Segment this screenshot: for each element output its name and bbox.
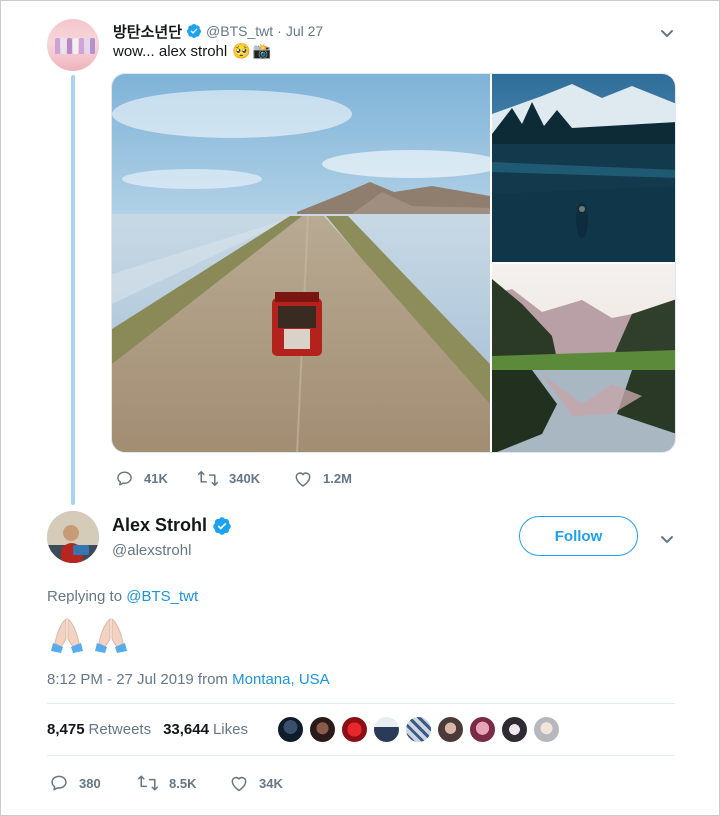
reply-count: 380 [79,775,101,791]
photo-valley-reflection[interactable] [492,264,676,453]
media-grid-svg [112,74,676,453]
liker-avatar[interactable] [405,716,432,743]
parent-avatar[interactable] [47,19,99,71]
retweet-action[interactable]: 8.5K [137,773,229,793]
main-tweet-text: 🙏 🙏 [47,613,131,653]
liker-avatars [277,716,565,743]
liker-avatar[interactable] [341,716,368,743]
main-avatar[interactable] [47,511,99,563]
parent-date[interactable]: Jul 27 [286,23,323,39]
liker-avatar[interactable] [309,716,336,743]
main-action-bar: 380 8.5K 34K [49,773,283,793]
like-icon [295,472,311,487]
retweet-icon [137,775,159,791]
photo-mountain-lake[interactable] [492,74,676,262]
retweet-action[interactable]: 340K [197,469,293,488]
parent-display-name[interactable]: 방탄소년단 [113,21,182,42]
verified-badge-icon [213,516,231,535]
chevron-down-icon[interactable] [659,531,675,547]
photo-road[interactable] [112,74,502,453]
liker-avatar[interactable] [437,716,464,743]
liker-avatar[interactable] [277,716,304,743]
divider [47,755,675,756]
parent-tweet-text: wow... alex strohl 🥺 📸 [113,42,272,61]
folded-hands-emoji [95,617,127,653]
verified-badge-icon [187,24,202,38]
timestamp-text[interactable]: 8:12 PM - 27 Jul 2019 from [47,671,228,688]
follow-button[interactable]: Follow [519,516,638,556]
tweet-timestamp: 8:12 PM - 27 Jul 2019 from Montana, USA [47,671,330,688]
liker-avatar[interactable] [373,716,400,743]
like-count: 1.2M [323,471,352,486]
chevron-down-icon[interactable] [659,25,675,41]
retweets-label[interactable]: Retweets [89,721,152,738]
pleading-face-emoji: 🥺 [232,43,251,60]
reply-count: 41K [144,471,168,486]
avatar-photo [47,511,99,563]
reply-action[interactable]: 41K [115,469,197,488]
liker-avatar[interactable] [501,716,528,743]
replying-to-link[interactable]: @BTS_twt [126,588,198,605]
tweet-card: 방탄소년단 @BTS_twt · Jul 27 wow... alex stro… [0,0,720,816]
parent-handle[interactable]: @BTS_twt [206,23,273,39]
engagement-stats: 8,475 Retweets 33,644 Likes [47,721,260,738]
retweet-icon [197,470,219,487]
parent-header: 방탄소년단 @BTS_twt · Jul 27 [113,21,323,41]
main-display-name-row: Alex Strohl [112,515,232,536]
reply-action[interactable]: 380 [49,773,137,793]
liker-avatar[interactable] [533,716,560,743]
parent-action-bar: 41K 340K 1.2M [115,469,352,488]
retweet-count: 8.5K [169,775,197,791]
reply-icon [51,775,67,791]
like-action[interactable]: 34K [229,773,283,793]
like-action[interactable]: 1.2M [293,469,352,488]
likes-count[interactable]: 33,644 [163,721,209,738]
main-display-name[interactable]: Alex Strohl [112,515,207,536]
retweet-count: 340K [229,471,261,486]
replying-to: Replying to @BTS_twt [47,588,198,605]
media-grid [111,73,676,453]
reply-icon [117,471,132,486]
retweets-count[interactable]: 8,475 [47,721,85,738]
liker-avatar[interactable] [469,716,496,743]
like-icon [231,776,247,792]
thread-connector-line [71,75,75,505]
parent-text-body: wow... alex strohl [113,42,228,60]
camera-flash-emoji: 📸 [252,43,272,60]
folded-hands-emoji [51,617,83,653]
separator-dot: · [277,23,282,39]
likes-label[interactable]: Likes [213,721,248,738]
location-link[interactable]: Montana, USA [232,671,330,688]
like-count: 34K [259,775,283,791]
replying-prefix: Replying to [47,588,123,605]
main-handle[interactable]: @alexstrohl [112,542,191,559]
divider [47,703,675,704]
